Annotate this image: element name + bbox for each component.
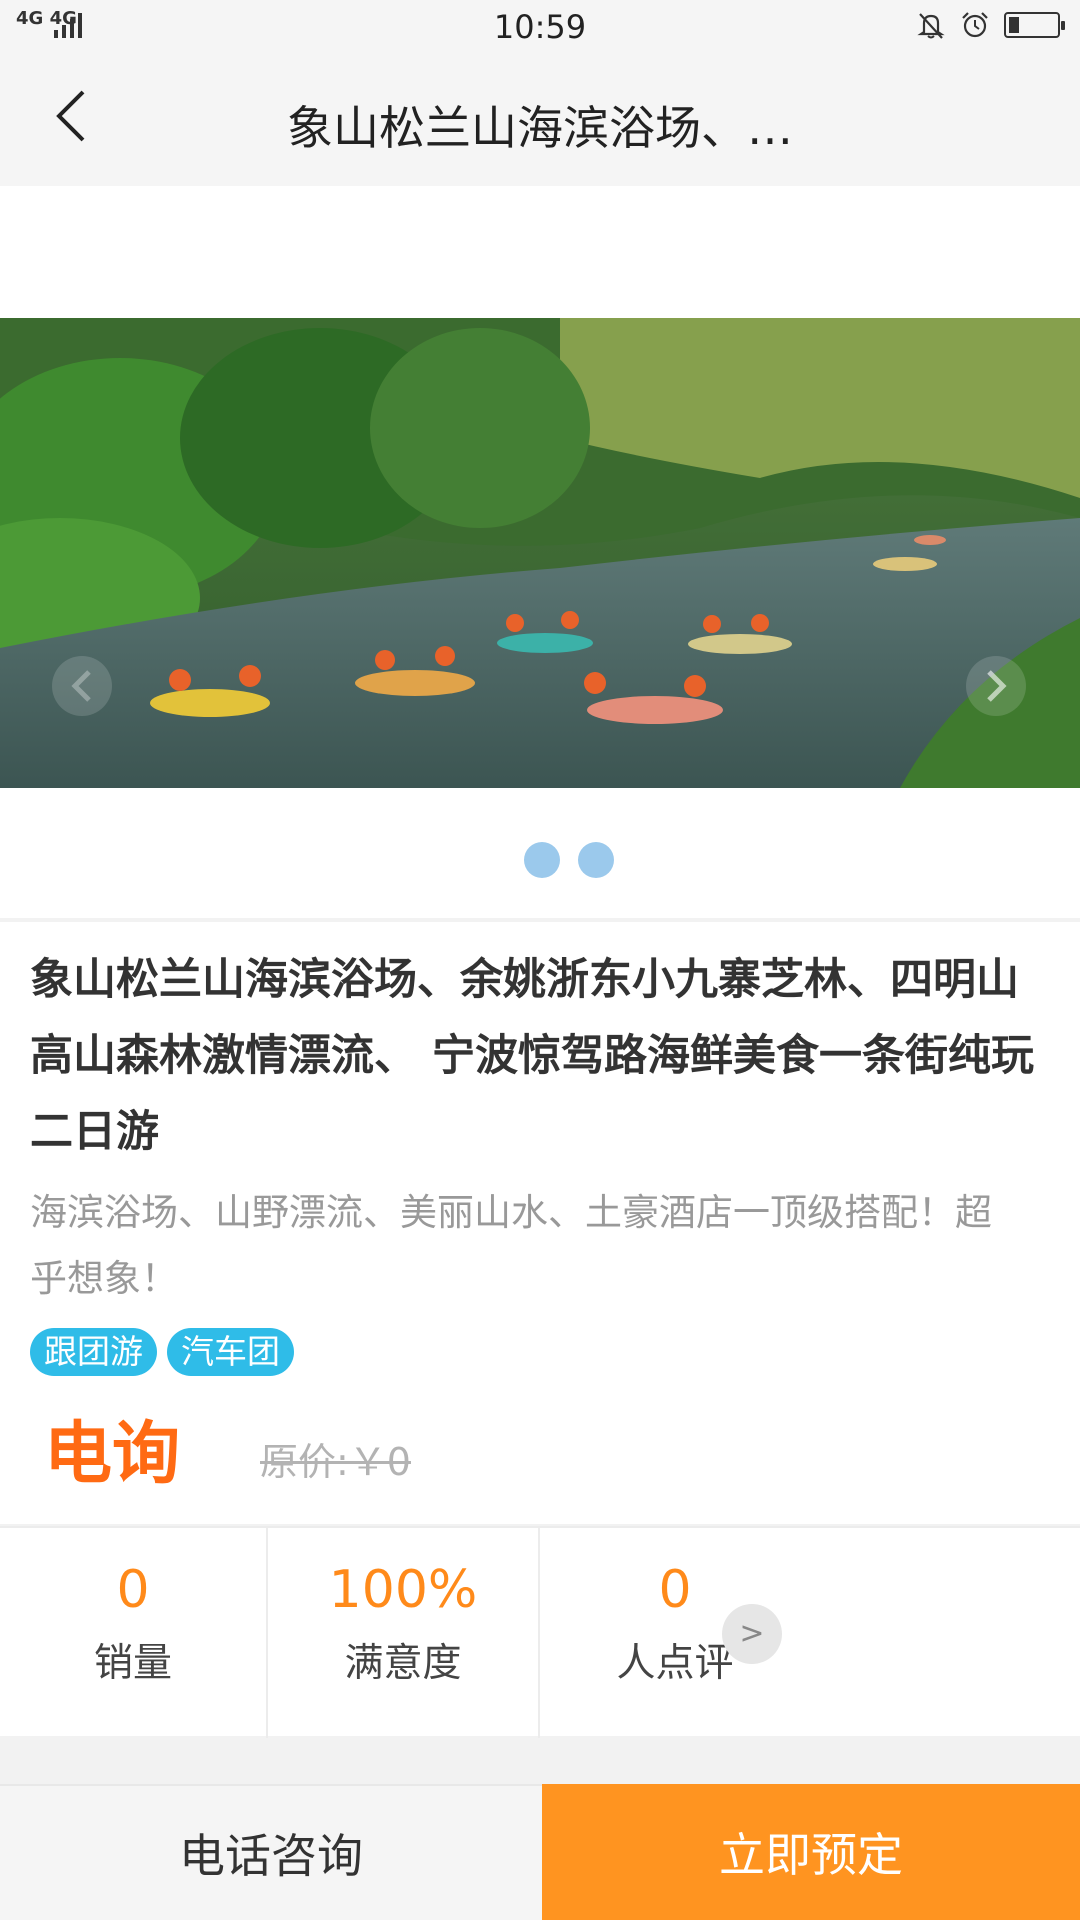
header: 象山松兰山海滨浴场、… (0, 56, 1080, 186)
carousel-prev-button[interactable] (52, 656, 112, 716)
back-button[interactable] (40, 84, 100, 148)
stat-satisfaction-label: 满意度 (344, 1641, 462, 1686)
price: 电询 (44, 1415, 181, 1494)
status-bar: 4G 4G 10:59 (0, 0, 1080, 56)
book-now-button[interactable]: 立即预定 (542, 1784, 1080, 1920)
product-info: 象山松兰山海滨浴场、余姚浙东小九寨芝林、四明山高山森林激情漂流、 宁波惊驾路海鲜… (0, 922, 1080, 1524)
chevron-left-icon (71, 670, 91, 702)
reviews-arrow-button[interactable]: > (722, 1604, 782, 1664)
stat-satisfaction-value: 100% (328, 1560, 478, 1620)
carousel-next-button[interactable] (966, 656, 1026, 716)
stat-sales-value: 0 (116, 1560, 150, 1620)
page-title: 象山松兰山海滨浴场、… (287, 101, 793, 155)
product-title: 象山松兰山海滨浴场、余姚浙东小九寨芝林、四明山高山森林激情漂流、 宁波惊驾路海鲜… (30, 955, 1034, 1157)
battery-icon (1004, 12, 1065, 38)
tag-bus-tour: 汽车团 (167, 1328, 294, 1376)
image-carousel[interactable] (0, 186, 1080, 918)
tag-group-tour: 跟团游 (30, 1328, 157, 1376)
bottom-action-bar: 电话咨询 立即预定 (0, 1784, 1080, 1920)
carousel-dot-2[interactable] (578, 842, 614, 878)
river-rafting-photo[interactable] (0, 318, 1080, 788)
stat-satisfaction: 100% 满意度 (268, 1528, 538, 1738)
alarm-icon (962, 12, 988, 38)
stat-sales-label: 销量 (93, 1641, 172, 1686)
phone-consult-button[interactable]: 电话咨询 (0, 1784, 542, 1920)
carousel-dot-1[interactable] (524, 842, 560, 878)
chevron-left-icon (56, 90, 85, 142)
chevron-right-icon (987, 670, 1007, 702)
tag-list: 跟团游 汽车团 (30, 1328, 294, 1376)
stats-bar: 0 销量 100% 满意度 0 人点评 > (0, 1526, 1080, 1738)
product-subtitle: 海滨浴场、山野漂流、美丽山水、土豪酒店一顶级搭配！超乎想象！ (30, 1191, 992, 1300)
stat-sales: 0 销量 (0, 1528, 266, 1738)
original-price: 原价:￥0 (260, 1440, 411, 1484)
mute-bell-icon (917, 13, 945, 39)
